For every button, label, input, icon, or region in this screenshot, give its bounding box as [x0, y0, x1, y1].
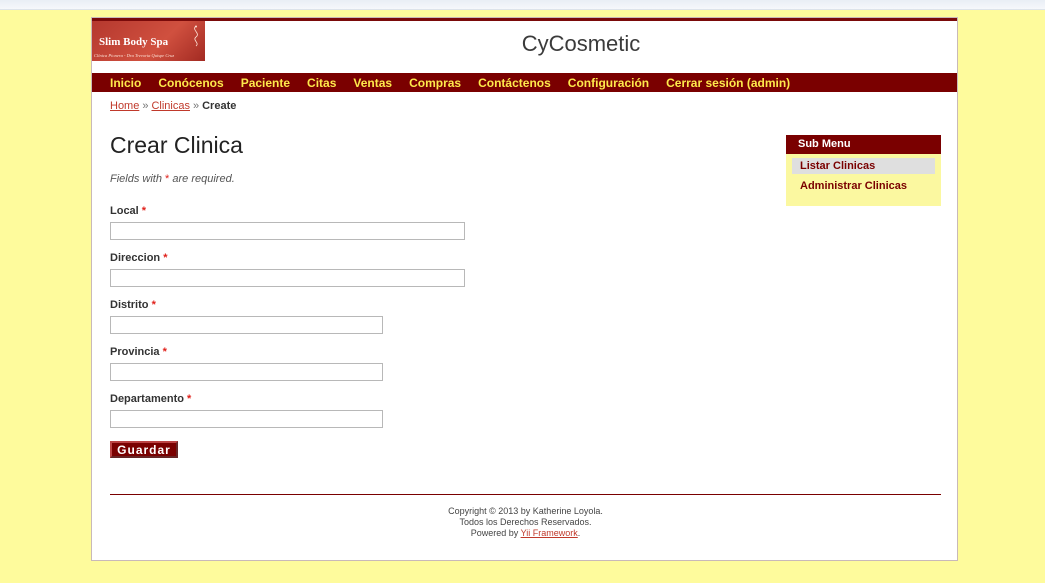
distrito-input[interactable] — [110, 316, 383, 334]
header-top-strip — [92, 18, 957, 21]
guardar-button[interactable]: Guardar — [110, 441, 178, 458]
flourish-icon — [194, 25, 198, 47]
breadcrumb: Home» Clinicas» Create — [110, 100, 236, 112]
distrito-label-text: Distrito — [110, 299, 149, 311]
menu-item-inicio[interactable]: Inicio — [110, 76, 141, 90]
sub-menu-title: Sub Menu — [786, 135, 941, 154]
departamento-label: Departamento * — [110, 393, 191, 405]
site-title: CyCosmetic — [521, 31, 641, 56]
required-mark: * — [165, 173, 170, 185]
provincia-input[interactable] — [110, 363, 383, 381]
sub-menu-item-administrar-clinicas[interactable]: Administrar Clinicas — [792, 178, 935, 194]
breadcrumb-clinicas[interactable]: Clinicas — [151, 100, 190, 112]
direccion-input[interactable] — [110, 269, 465, 287]
menu-item-ventas[interactable]: Ventas — [353, 76, 392, 90]
provincia-label-text: Provincia — [110, 346, 160, 358]
departamento-input[interactable] — [110, 410, 383, 428]
required-note: Fields with * are required. — [110, 173, 235, 185]
breadcrumb-home[interactable]: Home — [110, 100, 139, 112]
footer-powered: Powered by Yii Framework. — [110, 528, 941, 539]
local-label: Local * — [110, 205, 146, 217]
page-title: Crear Clinica — [110, 132, 243, 158]
distrito-label: Distrito * — [110, 299, 156, 311]
browser-top-strip — [0, 0, 1045, 10]
breadcrumb-separator: » — [192, 100, 200, 112]
sub-menu-item-listar-clinicas[interactable]: Listar Clinicas — [792, 158, 935, 174]
footer-divider — [110, 494, 941, 495]
local-input[interactable] — [110, 222, 465, 240]
page-container: Slim Body Spa Clínica Pionera - Dra Trev… — [91, 17, 958, 561]
note-suffix: are required. — [172, 173, 235, 185]
breadcrumb-separator: » — [142, 100, 149, 112]
required-mark: * — [151, 299, 156, 311]
main-menu: Inicio Conócenos Paciente Citas Ventas C… — [92, 73, 957, 92]
direccion-label: Direccion * — [110, 252, 167, 264]
logo-title: Slim Body Spa — [99, 36, 169, 48]
logo-tagline: Clínica Pionera - Dra Trevoria Quispe Cr… — [94, 53, 175, 58]
menu-item-configuracion[interactable]: Configuración — [568, 76, 649, 90]
footer-powered-suffix: . — [577, 528, 581, 538]
departamento-label-text: Departamento — [110, 393, 184, 405]
sub-menu: Sub Menu Listar Clinicas Administrar Cli… — [786, 135, 941, 206]
local-label-text: Local — [110, 205, 139, 217]
footer-copyright: Copyright © 2013 by Katherine Loyola. — [448, 506, 603, 516]
direccion-label-text: Direccion — [110, 252, 161, 264]
menu-item-conocenos[interactable]: Conócenos — [158, 76, 223, 90]
footer-powered-prefix: Powered by — [470, 528, 519, 538]
menu-item-paciente[interactable]: Paciente — [241, 76, 290, 90]
footer-yii-link[interactable]: Yii Framework — [521, 528, 578, 538]
menu-item-cerrar-sesion[interactable]: Cerrar sesión (admin) — [666, 76, 790, 90]
menu-item-citas[interactable]: Citas — [307, 76, 336, 90]
provincia-label: Provincia * — [110, 346, 167, 358]
breadcrumb-current: Create — [202, 100, 237, 112]
required-mark: * — [162, 346, 167, 358]
logo[interactable]: Slim Body Spa Clínica Pionera - Dra Trev… — [92, 21, 205, 61]
menu-item-compras[interactable]: Compras — [409, 76, 461, 90]
note-prefix: Fields with — [110, 173, 162, 185]
required-mark: * — [163, 252, 168, 264]
menu-item-contactenos[interactable]: Contáctenos — [478, 76, 551, 90]
footer-rights: Todos los Derechos Reservados. — [459, 517, 592, 527]
required-mark: * — [187, 393, 192, 405]
required-mark: * — [141, 205, 147, 217]
footer: Copyright © 2013 by Katherine Loyola. To… — [110, 506, 941, 539]
